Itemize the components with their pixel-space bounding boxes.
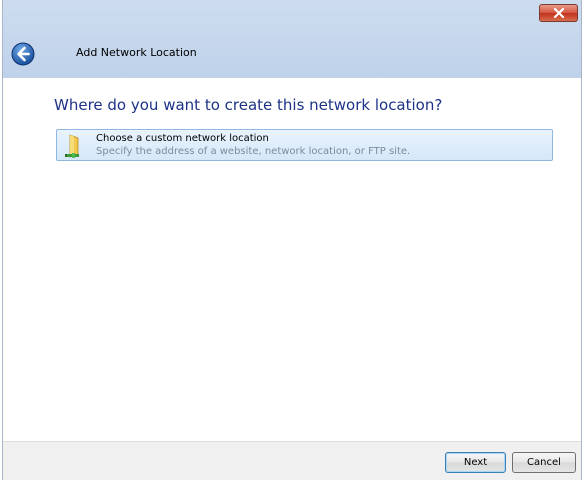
wizard-footer: Next Cancel [3, 441, 581, 480]
option-title: Choose a custom network location [96, 133, 269, 144]
next-button[interactable]: Next [445, 452, 506, 473]
cancel-button[interactable]: Cancel [512, 452, 576, 473]
wizard-title: Add Network Location [76, 46, 197, 59]
network-folder-icon [65, 134, 79, 158]
option-custom-network-location[interactable]: Choose a custom network location Specify… [56, 129, 553, 161]
close-icon [553, 8, 564, 18]
back-arrow-icon [11, 42, 35, 66]
add-network-location-window: Add Network Location Where do you want t… [2, 0, 582, 480]
close-button[interactable] [539, 4, 578, 22]
title-bar: Add Network Location [3, 0, 581, 78]
back-button[interactable] [11, 42, 35, 66]
page-heading: Where do you want to create this network… [54, 96, 443, 114]
wizard-content: Where do you want to create this network… [3, 78, 581, 441]
option-description: Specify the address of a website, networ… [96, 146, 411, 157]
